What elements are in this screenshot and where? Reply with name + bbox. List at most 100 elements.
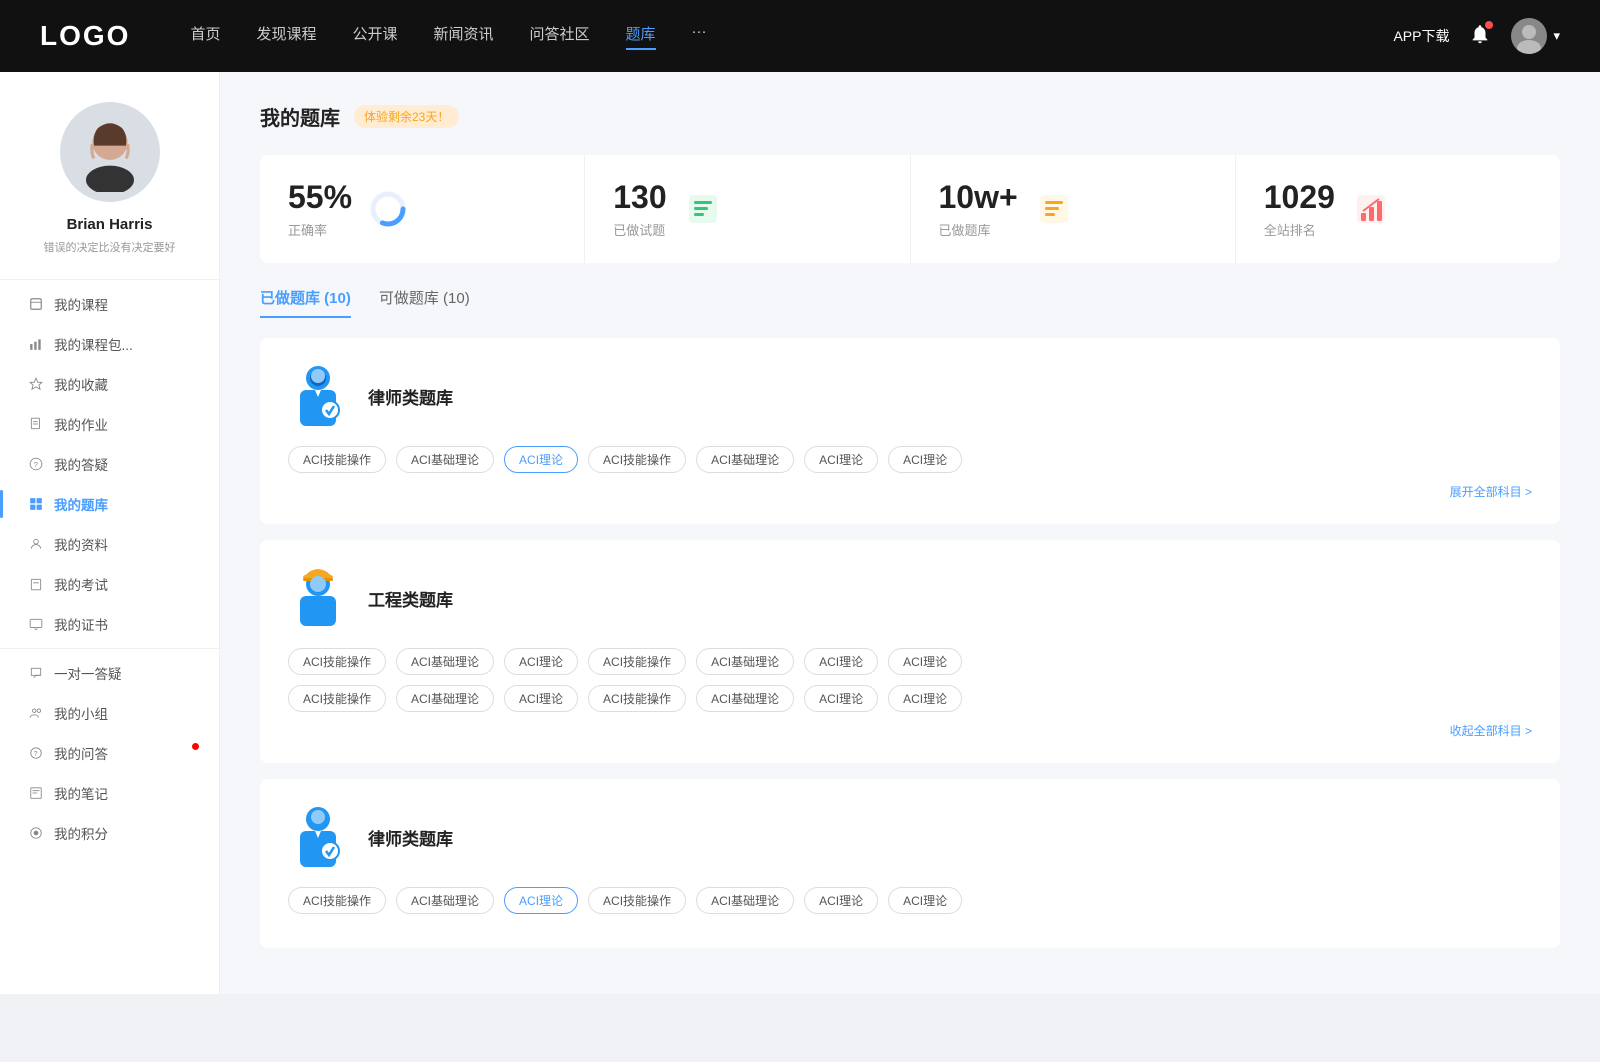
app-download-btn[interactable]: APP下载 xyxy=(1393,26,1449,46)
expand-btn-0[interactable]: 展开全部科目 > xyxy=(288,483,1532,500)
sidebar-item-points[interactable]: 我的积分 xyxy=(0,813,219,853)
sidebar-item-1on1[interactable]: 一对一答疑 xyxy=(0,653,219,693)
stat-label: 正确率 xyxy=(288,220,352,239)
tag-item[interactable]: ACI技能操作 xyxy=(288,685,386,712)
nav-qbank[interactable]: 题库 xyxy=(626,23,656,50)
doc-icon xyxy=(28,416,44,432)
page-wrap: Brian Harris 错误的决定比没有决定要好 我的课程 我的课程包... xyxy=(0,72,1600,994)
logo[interactable]: LOGO xyxy=(40,20,130,52)
tag-item[interactable]: ACI基础理论 xyxy=(396,446,494,473)
nav-open-course[interactable]: 公开课 xyxy=(352,23,397,50)
points-icon xyxy=(28,825,44,841)
engineer-icon xyxy=(288,564,348,632)
user-avatar-wrap[interactable]: ▾ xyxy=(1511,18,1560,54)
tag-item[interactable]: ACI理论 xyxy=(504,685,578,712)
stat-value-bank: 10w+ 已做题库 xyxy=(939,179,1018,239)
nav-news[interactable]: 新闻资讯 xyxy=(434,23,494,50)
main-header: 我的题库 体验剩余23天！ xyxy=(260,102,1560,131)
lawyer-icon xyxy=(288,362,348,430)
qbank-title-1: 工程类题库 xyxy=(368,586,453,611)
tag-item-active[interactable]: ACI理论 xyxy=(504,887,578,914)
notification-dot xyxy=(1485,21,1493,29)
tag-item[interactable]: ACI技能操作 xyxy=(288,887,386,914)
tag-item[interactable]: ACI理论 xyxy=(804,446,878,473)
tag-item[interactable]: ACI理论 xyxy=(888,685,962,712)
chart-red-icon xyxy=(1349,187,1393,231)
navbar-right: APP下载 ▾ xyxy=(1393,18,1560,54)
sidebar-item-label: 我的考试 xyxy=(54,574,108,594)
sidebar-item-favorites[interactable]: 我的收藏 xyxy=(0,364,219,404)
stat-value-done: 130 已做试题 xyxy=(613,179,666,239)
stat-number: 55% xyxy=(288,179,352,216)
clipboard-icon xyxy=(28,576,44,592)
tag-item[interactable]: ACI技能操作 xyxy=(588,446,686,473)
notification-bell[interactable] xyxy=(1469,23,1491,50)
stat-label: 已做题库 xyxy=(939,220,1018,239)
qbank-card-2: 律师类题库 ACI技能操作 ACI基础理论 ACI理论 ACI技能操作 ACI基… xyxy=(260,779,1560,948)
sidebar-item-label: 我的小组 xyxy=(54,703,108,723)
stat-label: 全站排名 xyxy=(1264,220,1335,239)
stat-number: 1029 xyxy=(1264,179,1335,216)
tag-item[interactable]: ACI技能操作 xyxy=(288,446,386,473)
qbank-header: 律师类题库 xyxy=(288,362,1532,430)
navbar: LOGO 首页 发现课程 公开课 新闻资讯 问答社区 题库 ··· APP下载 … xyxy=(0,0,1600,72)
qbank-header: 律师类题库 xyxy=(288,803,1532,871)
tag-item[interactable]: ACI理论 xyxy=(888,648,962,675)
tag-item[interactable]: ACI基础理论 xyxy=(696,446,794,473)
tag-item[interactable]: ACI理论 xyxy=(504,648,578,675)
svg-text:?: ? xyxy=(34,460,38,469)
sidebar-item-label: 我的问答 xyxy=(54,743,108,763)
sidebar-motto: 错误的决定比没有决定要好 xyxy=(24,239,196,255)
tag-item[interactable]: ACI技能操作 xyxy=(588,887,686,914)
sidebar-item-label: 我的作业 xyxy=(54,414,108,434)
sidebar-item-label: 我的证书 xyxy=(54,614,108,634)
tag-item[interactable]: ACI基础理论 xyxy=(696,685,794,712)
tag-item[interactable]: ACI技能操作 xyxy=(588,685,686,712)
sidebar-item-questions[interactable]: ? 我的答疑 xyxy=(0,444,219,484)
tag-item[interactable]: ACI技能操作 xyxy=(588,648,686,675)
tag-item[interactable]: ACI理论 xyxy=(804,648,878,675)
nav-more[interactable]: ··· xyxy=(692,23,707,50)
qa-icon: ? xyxy=(28,745,44,761)
tab-available[interactable]: 可做题库 (10) xyxy=(379,287,470,318)
sidebar-item-my-qa[interactable]: ? 我的问答 xyxy=(0,733,219,773)
tag-item[interactable]: ACI理论 xyxy=(804,887,878,914)
sidebar-item-certificate[interactable]: 我的证书 xyxy=(0,604,219,644)
sidebar-item-exam[interactable]: 我的考试 xyxy=(0,564,219,604)
sidebar-item-label: 我的收藏 xyxy=(54,374,108,394)
chevron-down-icon: ▾ xyxy=(1553,28,1560,44)
tag-item[interactable]: ACI技能操作 xyxy=(288,648,386,675)
tag-item[interactable]: ACI基础理论 xyxy=(396,887,494,914)
nav-courses[interactable]: 发现课程 xyxy=(256,23,316,50)
tab-done[interactable]: 已做题库 (10) xyxy=(260,287,351,318)
stat-done-questions: 130 已做试题 xyxy=(585,155,910,263)
nav-qa[interactable]: 问答社区 xyxy=(530,23,590,50)
sidebar-item-homework[interactable]: 我的作业 xyxy=(0,404,219,444)
tag-item-active[interactable]: ACI理论 xyxy=(504,446,578,473)
tag-item[interactable]: ACI基础理论 xyxy=(396,648,494,675)
sidebar-item-qbank[interactable]: 我的题库 xyxy=(0,484,219,524)
nav-home[interactable]: 首页 xyxy=(190,23,220,50)
sidebar-item-label: 我的答疑 xyxy=(54,454,108,474)
tag-item[interactable]: ACI理论 xyxy=(888,887,962,914)
sidebar-item-group[interactable]: 我的小组 xyxy=(0,693,219,733)
collapse-btn-1[interactable]: 收起全部科目 > xyxy=(288,722,1532,739)
sidebar-avatar xyxy=(60,102,160,202)
tag-item[interactable]: ACI理论 xyxy=(804,685,878,712)
sidebar-item-profile[interactable]: 我的资料 xyxy=(0,524,219,564)
tag-item[interactable]: ACI基础理论 xyxy=(696,648,794,675)
tag-item[interactable]: ACI理论 xyxy=(888,446,962,473)
question-icon: ? xyxy=(28,456,44,472)
svg-text:?: ? xyxy=(34,751,38,758)
tag-item[interactable]: ACI基础理论 xyxy=(396,685,494,712)
sidebar-item-notes[interactable]: 我的笔记 xyxy=(0,773,219,813)
sidebar-item-course-pkg[interactable]: 我的课程包... xyxy=(0,324,219,364)
doc-green-icon xyxy=(681,187,725,231)
sidebar-item-label: 我的积分 xyxy=(54,823,108,843)
qbank-card-1: 工程类题库 ACI技能操作 ACI基础理论 ACI理论 ACI技能操作 ACI基… xyxy=(260,540,1560,763)
tag-item[interactable]: ACI基础理论 xyxy=(696,887,794,914)
user-icon xyxy=(28,536,44,552)
sidebar-item-my-courses[interactable]: 我的课程 xyxy=(0,284,219,324)
stat-number: 130 xyxy=(613,179,666,216)
qa-red-dot xyxy=(192,743,199,750)
